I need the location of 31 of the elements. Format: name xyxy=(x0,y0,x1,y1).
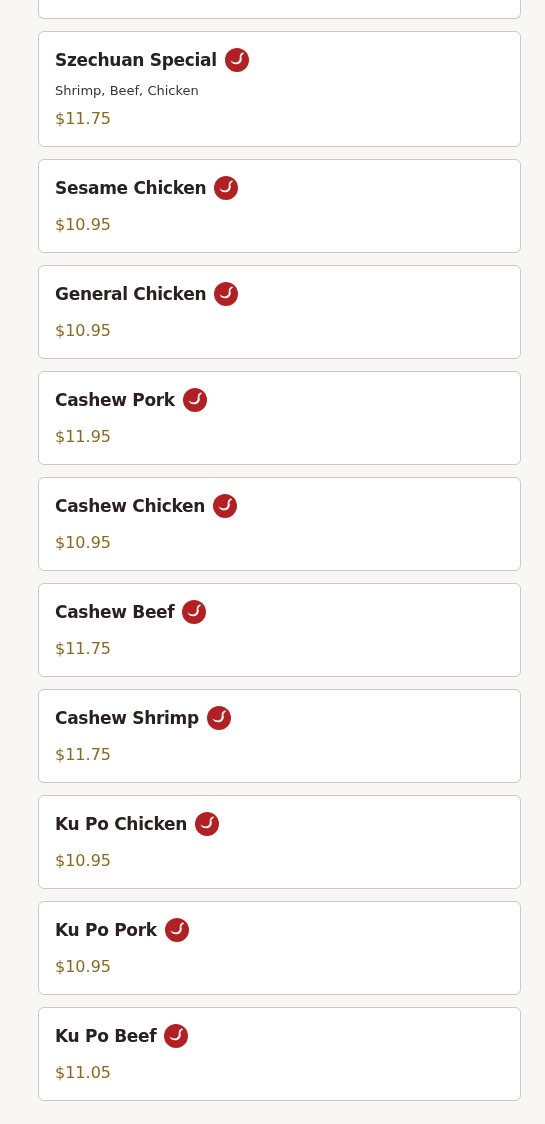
menu-item-card[interactable]: Cashew Pork $11.95 xyxy=(38,371,521,465)
menu-item-card[interactable]: Ku Po Pork $10.95 xyxy=(38,901,521,995)
dish-price: $11.75 xyxy=(55,638,112,660)
menu-item-card[interactable]: Sesame Chicken $10.95 xyxy=(38,159,521,253)
dish-name: Cashew Beef xyxy=(55,601,175,624)
menu-item-card[interactable]: Ku Po Beef $11.05 xyxy=(38,1007,521,1101)
dish-name: Sesame Chicken xyxy=(55,177,207,200)
dish-name: Ku Po Pork xyxy=(55,919,157,942)
dish-price: $11.75 xyxy=(55,744,112,766)
menu-item-card[interactable]: Szechuan Special Shrimp, Beef, Chicken $11.75 xyxy=(38,31,521,147)
dish-price: $10.95 xyxy=(55,956,112,978)
dish-name: Szechuan Special xyxy=(55,49,217,72)
dish-price: $11.95 xyxy=(55,426,112,448)
dish-price: $10.95 xyxy=(55,532,112,554)
dish-name: Ku Po Chicken xyxy=(55,813,188,836)
dish-name: Cashew Pork xyxy=(55,389,175,412)
menu-item-card[interactable]: General Chicken $10.95 xyxy=(38,265,521,359)
dish-price: $10.95 xyxy=(55,214,112,236)
dish-name: Ku Po Beef xyxy=(55,1025,157,1048)
menu-item-card[interactable]: Cashew Shrimp $11.75 xyxy=(38,689,521,783)
menu-item-card[interactable]: Cashew Beef $11.75 xyxy=(38,583,521,677)
dish-name: General Chicken xyxy=(55,283,207,306)
dish-description: Shrimp, Beef, Chicken xyxy=(55,82,200,100)
dish-price: $11.75 xyxy=(55,108,112,130)
dish-price: $10.95 xyxy=(55,850,112,872)
dish-name: Cashew Chicken xyxy=(55,495,206,518)
menu-item-card[interactable]: Ku Po Chicken $10.95 xyxy=(38,795,521,889)
dish-price: $10.95 xyxy=(55,320,112,342)
dish-price: $11.05 xyxy=(55,1062,112,1084)
menu-item-card[interactable]: Cashew Chicken $10.95 xyxy=(38,477,521,571)
dish-name: Cashew Shrimp xyxy=(55,707,199,730)
